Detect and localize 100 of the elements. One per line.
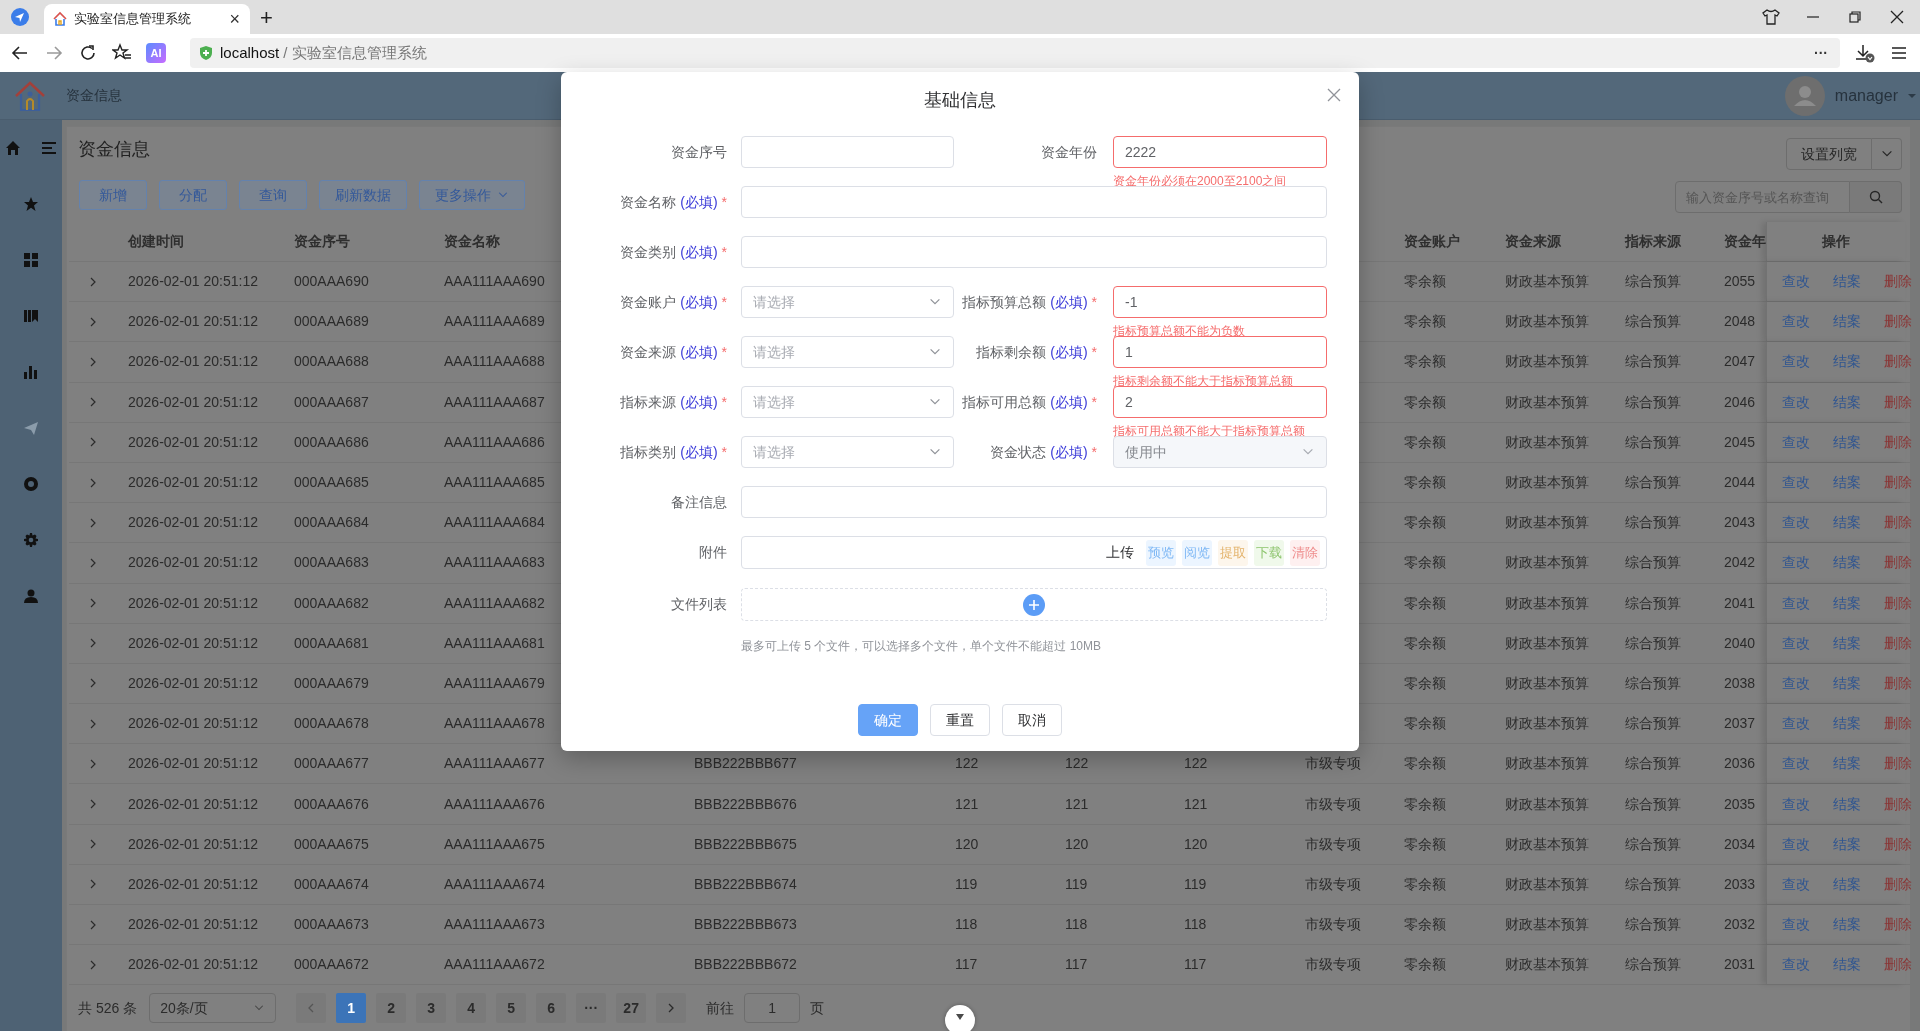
- column-header[interactable]: 资金年: [1724, 231, 1766, 252]
- page-button[interactable]: 1: [336, 993, 367, 1024]
- action-link[interactable]: 结案: [1833, 391, 1861, 413]
- action-link[interactable]: 查改: [1782, 472, 1810, 494]
- toolbar-button[interactable]: 查询: [239, 180, 307, 210]
- close-icon[interactable]: [1888, 9, 1906, 25]
- action-link[interactable]: 删除: [1884, 431, 1912, 453]
- add-file-icon[interactable]: [1023, 593, 1045, 616]
- user-name[interactable]: manager: [1834, 83, 1898, 108]
- action-link[interactable]: 查改: [1782, 271, 1810, 293]
- page-button[interactable]: 27: [616, 993, 647, 1024]
- page-button[interactable]: ···: [576, 993, 607, 1024]
- action-link[interactable]: 结案: [1833, 592, 1861, 614]
- paper-plane-icon[interactable]: [23, 420, 39, 436]
- action-link[interactable]: 查改: [1782, 753, 1810, 775]
- action-link[interactable]: 结案: [1833, 954, 1861, 976]
- action-link[interactable]: 查改: [1782, 431, 1810, 453]
- browser-tab[interactable]: 实验室信息管理系统 ×: [44, 4, 250, 34]
- input-field[interactable]: [741, 236, 1327, 268]
- action-link[interactable]: 查改: [1782, 592, 1810, 614]
- page-button[interactable]: 5: [496, 993, 527, 1024]
- action-link[interactable]: 查改: [1782, 954, 1810, 976]
- action-link[interactable]: 删除: [1884, 672, 1912, 694]
- page-size-select[interactable]: 20条/页: [149, 993, 277, 1024]
- download-icon[interactable]: [1854, 43, 1876, 63]
- input-field[interactable]: 1: [1113, 336, 1327, 368]
- action-link[interactable]: 结案: [1833, 833, 1861, 855]
- dialog-button[interactable]: 重置: [930, 704, 990, 736]
- action-link[interactable]: 查改: [1782, 873, 1810, 895]
- action-link[interactable]: 查改: [1782, 391, 1810, 413]
- action-link[interactable]: 结案: [1833, 632, 1861, 654]
- action-link[interactable]: 结案: [1833, 351, 1861, 373]
- action-link[interactable]: 查改: [1782, 713, 1810, 735]
- book-icon[interactable]: [23, 308, 39, 324]
- action-link[interactable]: 删除: [1884, 311, 1912, 333]
- action-link[interactable]: 删除: [1884, 954, 1912, 976]
- grid-icon[interactable]: [23, 252, 39, 268]
- action-link[interactable]: 查改: [1782, 311, 1810, 333]
- toolbar-button[interactable]: 刷新数据: [319, 180, 407, 210]
- action-link[interactable]: 结案: [1833, 753, 1861, 775]
- select-field[interactable]: 请选择: [741, 286, 954, 318]
- action-link[interactable]: 删除: [1884, 873, 1912, 895]
- action-link[interactable]: 删除: [1884, 713, 1912, 735]
- action-link[interactable]: 查改: [1782, 793, 1810, 815]
- action-link[interactable]: 删除: [1884, 592, 1912, 614]
- toolbar-button[interactable]: 更多操作: [419, 180, 525, 210]
- input-field[interactable]: 2: [1113, 386, 1327, 418]
- action-link[interactable]: 删除: [1884, 271, 1912, 293]
- dialog-button[interactable]: 取消: [1002, 704, 1062, 736]
- ai-button[interactable]: AI: [146, 43, 166, 63]
- column-header[interactable]: 资金序号: [294, 231, 350, 252]
- dropdown-toggle-button[interactable]: [1872, 138, 1902, 170]
- action-link[interactable]: 删除: [1884, 552, 1912, 574]
- action-link[interactable]: 结案: [1833, 793, 1861, 815]
- input-field[interactable]: [741, 136, 954, 168]
- menu-icon[interactable]: [1890, 44, 1908, 62]
- action-link[interactable]: 查改: [1782, 914, 1810, 936]
- action-link[interactable]: 查改: [1782, 833, 1810, 855]
- search-button[interactable]: [1850, 181, 1902, 213]
- column-header[interactable]: 资金名称: [444, 231, 500, 252]
- action-link[interactable]: 结案: [1833, 552, 1861, 574]
- attachment-action-button[interactable]: 上传: [1106, 542, 1134, 563]
- action-link[interactable]: 删除: [1884, 833, 1912, 855]
- toolbar-button[interactable]: 新增: [79, 180, 147, 210]
- page-button[interactable]: 4: [456, 993, 487, 1024]
- action-link[interactable]: 删除: [1884, 632, 1912, 654]
- input-field[interactable]: 2222: [1113, 136, 1327, 168]
- action-link[interactable]: 查改: [1782, 672, 1810, 694]
- star-list-icon[interactable]: [112, 43, 132, 63]
- restore-icon[interactable]: [1846, 9, 1864, 25]
- column-header[interactable]: 操作: [1822, 231, 1850, 252]
- action-link[interactable]: 结案: [1833, 512, 1861, 534]
- more-button[interactable]: ···: [1814, 42, 1832, 64]
- bar-chart-icon[interactable]: [23, 364, 39, 380]
- column-header[interactable]: 资金账户: [1404, 231, 1460, 252]
- action-link[interactable]: 结案: [1833, 672, 1861, 694]
- action-link[interactable]: 结案: [1833, 472, 1861, 494]
- address-bar[interactable]: localhost / 实验室信息管理系统 ···: [190, 38, 1840, 68]
- action-link[interactable]: 结案: [1833, 713, 1861, 735]
- action-link[interactable]: 删除: [1884, 391, 1912, 413]
- action-link[interactable]: 删除: [1884, 472, 1912, 494]
- home-icon[interactable]: [5, 140, 21, 156]
- select-field[interactable]: 请选择: [741, 336, 954, 368]
- page-button[interactable]: 2: [376, 993, 407, 1024]
- star-icon[interactable]: [23, 196, 39, 212]
- input-field[interactable]: [741, 186, 1327, 218]
- column-header[interactable]: 创建时间: [128, 231, 184, 252]
- toolbar-button[interactable]: 分配: [159, 180, 227, 210]
- select-field[interactable]: 请选择: [741, 436, 954, 468]
- action-link[interactable]: 查改: [1782, 512, 1810, 534]
- action-link[interactable]: 查改: [1782, 632, 1810, 654]
- reload-icon[interactable]: [78, 43, 98, 63]
- page-number-field[interactable]: 1: [744, 993, 801, 1024]
- action-link[interactable]: 结案: [1833, 311, 1861, 333]
- user-icon[interactable]: [23, 588, 39, 604]
- action-link[interactable]: 结案: [1833, 873, 1861, 895]
- action-link[interactable]: 查改: [1782, 351, 1810, 373]
- action-link[interactable]: 删除: [1884, 793, 1912, 815]
- input-field[interactable]: [741, 486, 1327, 518]
- menu-toggle-icon[interactable]: [41, 140, 57, 156]
